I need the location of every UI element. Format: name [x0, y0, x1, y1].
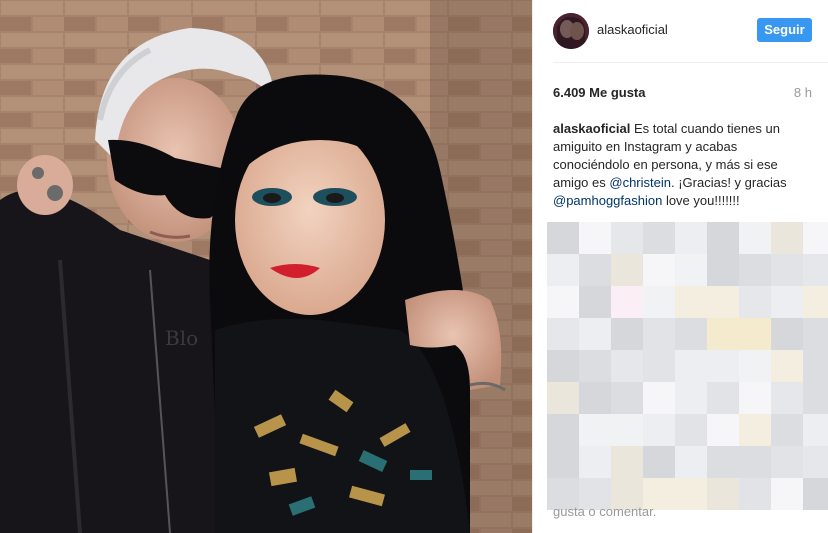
pixel-block: [707, 350, 739, 382]
pixel-block: [771, 350, 803, 382]
pixel-block: [643, 318, 675, 350]
pixel-block: [643, 414, 675, 446]
avatar[interactable]: [553, 13, 589, 49]
pixel-block: [739, 254, 771, 286]
pixel-block: [611, 446, 643, 478]
pixel-block: [739, 446, 771, 478]
username-link[interactable]: alaskaoficial: [597, 22, 668, 37]
svg-text:Blo: Blo: [165, 326, 198, 350]
pixel-block: [739, 478, 771, 510]
pixel-block: [803, 222, 828, 254]
post-header: alaskaoficial Seguir: [533, 0, 828, 62]
pixel-block: [579, 254, 611, 286]
pixel-block: [739, 286, 771, 318]
pixel-block: [675, 478, 707, 510]
pixel-block: [739, 414, 771, 446]
pixel-block: [771, 478, 803, 510]
pixel-block: [579, 318, 611, 350]
caption-text: love you!!!!!!!: [662, 193, 740, 208]
pixelated-comments: [547, 222, 828, 512]
pixel-block: [771, 318, 803, 350]
pixel-block: [803, 382, 828, 414]
avatar-image: [553, 13, 589, 49]
pixel-block: [771, 222, 803, 254]
follow-button[interactable]: Seguir: [757, 18, 812, 42]
pixel-block: [707, 414, 739, 446]
pixel-block: [579, 286, 611, 318]
pixel-block: [643, 222, 675, 254]
post-photo[interactable]: Blo: [0, 0, 532, 533]
pixel-block: [675, 382, 707, 414]
pixel-block: [707, 446, 739, 478]
caption-text: . ¡Gracias! y gracias: [670, 175, 787, 190]
pixel-block: [547, 286, 579, 318]
pixel-block: [547, 414, 579, 446]
pixel-block: [675, 318, 707, 350]
pixel-block: [579, 222, 611, 254]
pixel-block: [707, 382, 739, 414]
pixel-block: [707, 254, 739, 286]
pixel-block: [675, 222, 707, 254]
pixel-block: [771, 254, 803, 286]
pixel-block: [547, 382, 579, 414]
pixel-block: [803, 446, 828, 478]
pixel-block: [771, 382, 803, 414]
mention-link[interactable]: @pamhoggfashion: [553, 193, 662, 208]
pixel-block: [803, 350, 828, 382]
comment-hint: gusta o comentar.: [553, 504, 657, 519]
post-caption: alaskaoficial Es total cuando tienes un …: [553, 120, 815, 210]
pixel-block: [707, 286, 739, 318]
pixel-block: [803, 478, 828, 510]
pixel-block: [739, 350, 771, 382]
pixel-block: [643, 382, 675, 414]
pixel-block: [803, 318, 828, 350]
pixel-block: [611, 318, 643, 350]
pixel-block: [611, 414, 643, 446]
pixel-block: [579, 414, 611, 446]
pixel-block: [675, 286, 707, 318]
pixel-block: [739, 318, 771, 350]
likes-count[interactable]: 6.409 Me gusta: [553, 85, 646, 100]
photo-illustration: Blo: [0, 0, 532, 533]
post-time[interactable]: 8 h: [794, 85, 812, 100]
pixel-block: [675, 254, 707, 286]
post-sidebar: alaskaoficial Seguir 6.409 Me gusta 8 h …: [533, 0, 828, 533]
header-divider: [553, 62, 828, 63]
pixel-block: [707, 222, 739, 254]
pixel-block: [547, 350, 579, 382]
pixel-block: [771, 414, 803, 446]
pixel-block: [739, 382, 771, 414]
pixel-block: [611, 382, 643, 414]
pixel-block: [547, 254, 579, 286]
pixel-block: [643, 446, 675, 478]
pixel-block: [579, 446, 611, 478]
pixel-block: [611, 222, 643, 254]
pixel-block: [739, 222, 771, 254]
pixel-block: [547, 222, 579, 254]
caption-author[interactable]: alaskaoficial: [553, 121, 630, 136]
pixel-block: [803, 286, 828, 318]
pixel-block: [579, 350, 611, 382]
mention-link[interactable]: @christein: [609, 175, 671, 190]
pixel-block: [547, 446, 579, 478]
pixel-block: [771, 286, 803, 318]
pixel-block: [643, 286, 675, 318]
pixel-block: [611, 254, 643, 286]
pixel-block: [707, 318, 739, 350]
pixel-block: [707, 478, 739, 510]
pixel-block: [675, 446, 707, 478]
pixel-block: [611, 286, 643, 318]
pixel-block: [643, 350, 675, 382]
pixel-block: [675, 414, 707, 446]
pixel-block: [547, 318, 579, 350]
pixel-block: [771, 446, 803, 478]
pixel-block: [643, 254, 675, 286]
pixel-block: [675, 350, 707, 382]
pixel-block: [611, 350, 643, 382]
pixel-block: [579, 382, 611, 414]
pixel-block: [803, 254, 828, 286]
pixel-block: [803, 414, 828, 446]
